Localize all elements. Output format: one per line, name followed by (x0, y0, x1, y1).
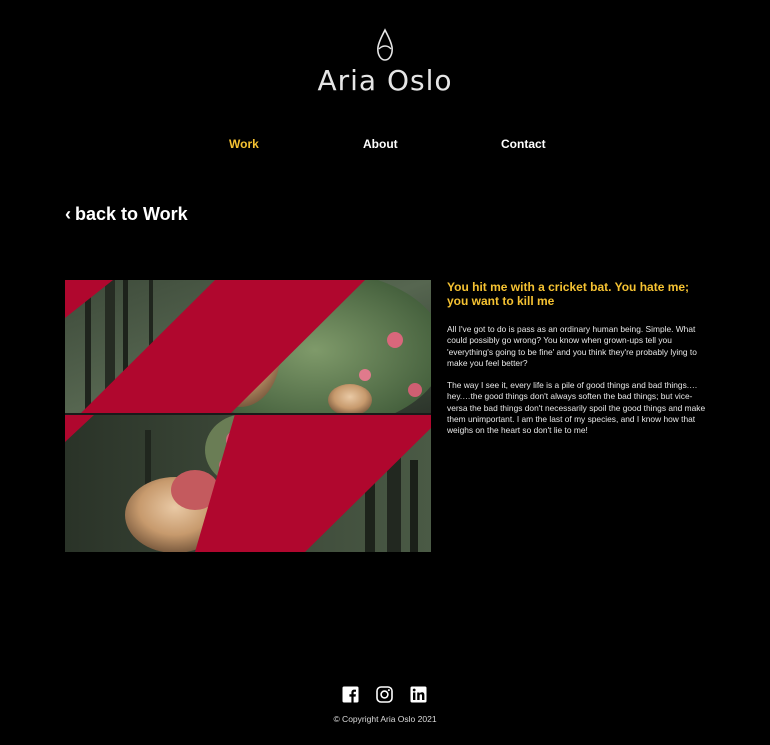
main-nav: Work About Contact (0, 137, 770, 157)
project-description: You hit me with a cricket bat. You hate … (447, 280, 709, 437)
chevron-left-icon: ‹ (65, 204, 71, 224)
paragraph: The way I see it, every life is a pile o… (447, 380, 706, 436)
linkedin-icon (410, 686, 427, 703)
facebook-link[interactable] (342, 686, 359, 703)
brand-name: Aria Oslo (317, 64, 453, 97)
drop-icon (377, 28, 393, 61)
paragraph: All I've got to do is pass as an ordinar… (447, 324, 697, 368)
nav-item-contact[interactable]: Contact (501, 137, 546, 151)
copyright-text: © Copyright Aria Oslo 2021 (333, 714, 437, 724)
project-image (65, 280, 431, 552)
logo[interactable]: Aria Oslo (0, 28, 770, 97)
project-title: You hit me with a cricket bat. You hate … (447, 280, 690, 308)
nav-item-work[interactable]: Work (229, 137, 259, 151)
nav-item-about[interactable]: About (363, 137, 398, 151)
instagram-icon (376, 686, 393, 703)
social-links (0, 686, 770, 704)
facebook-icon (342, 686, 359, 703)
back-to-work-link[interactable]: ‹ back to Work (65, 204, 188, 225)
linkedin-link[interactable] (410, 686, 427, 703)
instagram-link[interactable] (376, 686, 393, 703)
back-link-label: back to Work (75, 204, 188, 224)
